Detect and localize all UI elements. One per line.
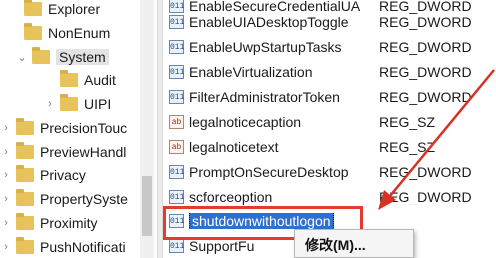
value-type: REG_DWORD	[379, 38, 472, 55]
dword-value-icon: 011	[169, 189, 184, 204]
expand-arrow-icon[interactable]: ›	[0, 169, 12, 181]
menu-item-modify[interactable]: 修改(M)...	[305, 235, 366, 255]
folder-icon	[32, 47, 50, 64]
value-type: REG_DWORD	[379, 13, 472, 30]
value-row[interactable]: 011 PromptOnSecureDesktop REG_DWORD	[163, 159, 496, 184]
expand-arrow-icon[interactable]: ›	[0, 217, 12, 229]
tree-item-precisiontouch[interactable]: › PrecisionTouc	[0, 116, 127, 140]
tree-item-label: UIPI	[84, 96, 112, 112]
value-type: REG_SZ	[379, 138, 436, 155]
value-name: FilterAdministratorToken	[189, 88, 340, 105]
expand-arrow-icon[interactable]: ›	[0, 241, 12, 253]
folder-icon	[16, 142, 34, 159]
tree-item-label: PrecisionTouc	[40, 120, 128, 136]
tree-item-label: Proximity	[40, 215, 98, 231]
value-type: REG_DWORD	[379, 88, 472, 105]
folder-icon	[24, 0, 42, 16]
tree-item-label: NonEnum	[48, 25, 111, 41]
tree-item-system[interactable]: ⌄ System	[16, 45, 109, 69]
expand-arrow-icon[interactable]: ›	[0, 122, 12, 134]
value-type: REG_DWORD	[379, 163, 472, 180]
tree-item-uipi[interactable]: › UIPI	[44, 92, 111, 116]
dword-value-icon: 011	[169, 164, 184, 179]
tree-item-privacy[interactable]: › Privacy	[0, 163, 86, 187]
value-name: PromptOnSecureDesktop	[189, 163, 349, 180]
value-name: EnableVirtualization	[189, 63, 313, 80]
folder-icon	[24, 23, 42, 40]
collapse-arrow-icon[interactable]: ⌄	[16, 51, 28, 64]
tree-item-pushnotifications[interactable]: › PushNotificati	[0, 235, 126, 258]
tree-item-label: System	[56, 49, 109, 65]
folder-icon	[60, 70, 78, 87]
value-name: legalnoticetext	[189, 138, 279, 155]
string-value-icon: ab	[169, 114, 184, 129]
expand-arrow-icon[interactable]: ›	[0, 193, 12, 205]
tree-item-label: PushNotificati	[40, 239, 126, 255]
folder-icon	[16, 237, 34, 254]
value-row[interactable]: 011 EnableVirtualization REG_DWORD	[163, 59, 496, 84]
folder-icon	[16, 118, 34, 135]
value-type: REG_SZ	[379, 113, 436, 130]
value-name: legalnoticecaption	[189, 113, 302, 130]
value-name: EnableUIADesktopToggle	[189, 13, 349, 30]
value-type: REG_DWORD	[379, 63, 472, 80]
tree-item-label: Audit	[84, 72, 116, 88]
tree-item-explorer[interactable]: Explorer	[8, 0, 100, 21]
scrollbar-thumb[interactable]	[142, 176, 152, 236]
tree-item-propertysystem[interactable]: › PropertySyste	[0, 187, 128, 211]
value-name: EnableUwpStartupTasks	[189, 38, 342, 55]
folder-icon	[16, 165, 34, 182]
value-name: scforceoption	[189, 188, 273, 205]
string-value-icon: ab	[169, 139, 184, 154]
folder-icon	[60, 94, 78, 111]
tree-item-nonenum[interactable]: NonEnum	[8, 21, 110, 45]
dword-value-icon: 011	[169, 64, 184, 79]
value-row[interactable]: 011 FilterAdministratorToken REG_DWORD	[163, 84, 496, 109]
dword-value-icon: 011	[169, 238, 184, 253]
tree-item-proximity[interactable]: › Proximity	[0, 211, 98, 235]
tree-item-label: PropertySyste	[40, 191, 128, 207]
tree-item-previewhandlers[interactable]: › PreviewHandl	[0, 140, 126, 164]
dword-value-icon: 011	[169, 89, 184, 104]
tree-scrollbar[interactable]	[140, 0, 154, 258]
context-menu: 修改(M)...	[294, 229, 414, 258]
value-row[interactable]: 011 EnableUIADesktopToggle REG_DWORD	[163, 9, 496, 34]
tree-item-audit[interactable]: Audit	[44, 68, 116, 92]
folder-icon	[16, 213, 34, 230]
value-row[interactable]: ab legalnoticetext REG_SZ	[163, 134, 496, 159]
folder-icon	[16, 189, 34, 206]
expand-arrow-icon[interactable]: ›	[44, 98, 56, 110]
tree-item-label: Explorer	[48, 1, 101, 17]
tree-item-label: PreviewHandl	[40, 144, 127, 160]
tree-item-label: Privacy	[40, 167, 86, 183]
dword-value-icon: 011	[169, 14, 184, 29]
value-row[interactable]: 011 EnableUwpStartupTasks REG_DWORD	[163, 34, 496, 59]
registry-key-tree: Explorer NonEnum ⌄ System Audit › UIPI ›…	[0, 0, 157, 258]
expand-arrow-icon[interactable]: ›	[0, 146, 12, 158]
value-row[interactable]: ab legalnoticecaption REG_SZ	[163, 109, 496, 134]
dword-value-icon: 011	[169, 39, 184, 54]
